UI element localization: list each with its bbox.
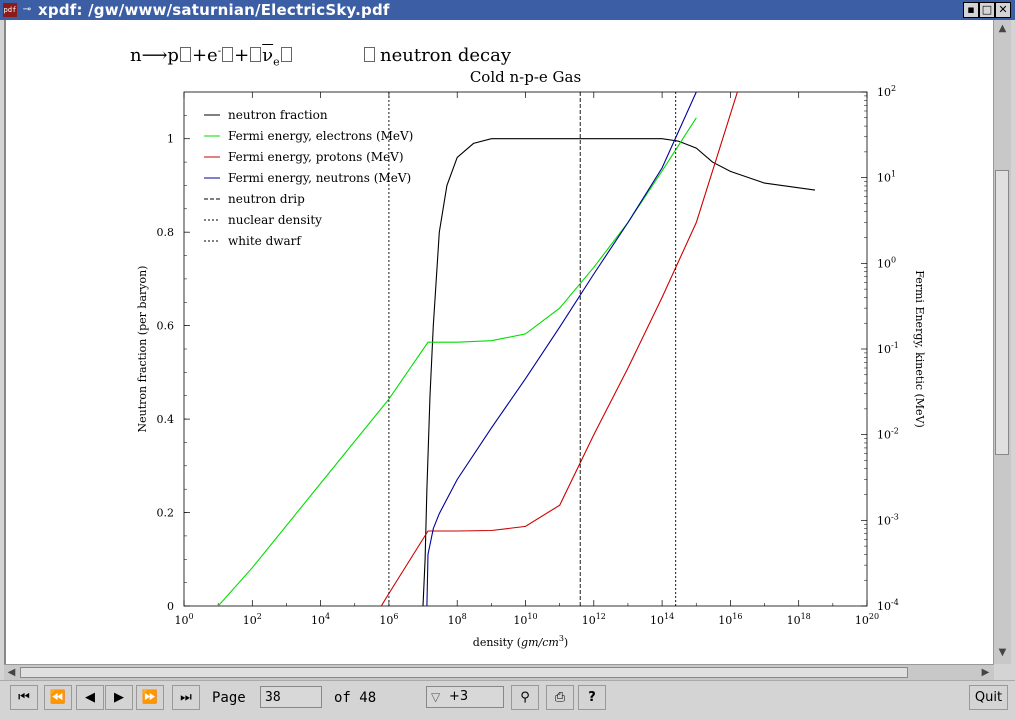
title-bar: pdf ⊸ xpdf: /gw/www/saturnian/ElectricSk… — [0, 0, 1015, 20]
plot-frame — [183, 91, 868, 607]
y-left-axis-label: Neutron fraction (per baryon) — [136, 266, 149, 433]
next-page-icon[interactable]: ▶ — [105, 685, 133, 710]
neutron-decay-equation: n⟶p +e- + νe — [130, 45, 376, 69]
x-tick-label: 1010 — [513, 612, 537, 627]
x-tick-label: 108 — [448, 612, 467, 627]
equation-label: neutron decay — [380, 45, 511, 66]
eq-arrow: ⟶ — [141, 45, 168, 66]
x-axis-label: density (gm/cm3) — [473, 634, 568, 649]
legend-entry-5: nuclear density — [228, 213, 322, 227]
x-tick-label: 102 — [243, 612, 262, 627]
eq-proton: p — [167, 45, 179, 66]
legend-entry-2: Fermi energy, protons (MeV) — [228, 150, 404, 164]
legend-entry-6: white dwarf — [228, 234, 302, 248]
eq-missing-glyph — [280, 47, 292, 62]
y-left-tick-label: 0.6 — [157, 320, 175, 333]
scroll-right-icon[interactable]: ▶ — [979, 666, 992, 679]
y-right-tick-label: 10-4 — [877, 598, 899, 613]
y-left-tick-label: 0.2 — [157, 507, 175, 520]
document-view[interactable]: Cold n-p-e Gas 100 102 104 106 108 1010 1012 101… — [4, 20, 996, 664]
x-tick-label: 104 — [311, 612, 330, 627]
quit-button[interactable]: Quit — [969, 685, 1008, 710]
x-tick-label: 106 — [379, 612, 398, 627]
forward-10-icon[interactable]: ⏩ — [136, 685, 164, 710]
x-tick-label: 1020 — [855, 612, 879, 627]
eq-antineutrino-sub: e — [273, 55, 280, 69]
eq-plus: + — [234, 45, 250, 66]
vertical-scroll-thumb[interactable] — [995, 170, 1009, 455]
y-left-tick-label: 0 — [167, 600, 174, 613]
scroll-left-icon[interactable]: ◀ — [5, 666, 18, 679]
window-title: xpdf: /gw/www/saturnian/ElectricSky.pdf — [38, 1, 390, 19]
horizontal-scroll-thumb[interactable] — [20, 667, 908, 678]
y-right-tick-label: 101 — [877, 170, 896, 185]
y-right-tick-label: 10-2 — [877, 427, 899, 442]
window-menu-icon[interactable]: ⊸ — [20, 3, 34, 17]
minimize-button[interactable]: ▪ — [963, 2, 979, 18]
x-tick-label: 1018 — [787, 612, 811, 627]
zoom-value: +3 — [449, 689, 469, 704]
y-right-tick-label: 100 — [877, 255, 896, 270]
eq-electron: e — [207, 45, 218, 66]
x-tick-label: 100 — [174, 612, 193, 627]
print-icon[interactable]: ⎙ — [546, 685, 574, 710]
back-10-icon[interactable]: ⏪ — [44, 685, 72, 710]
series-line-0 — [422, 138, 816, 606]
legend-entry-4: neutron drip — [228, 192, 305, 206]
eq-neutron: n — [130, 45, 142, 66]
forward-history-icon[interactable]: ⏭ — [172, 685, 200, 710]
eq-missing-glyph — [179, 47, 191, 62]
y-right-axis-label: Fermi Energy, kinetic (MeV) — [913, 270, 926, 428]
first-page-icon[interactable]: ⏮ — [10, 685, 38, 710]
legend-entry-1: Fermi energy, electrons (MeV) — [228, 129, 413, 143]
eq-electron-sup: - — [217, 46, 222, 57]
x-tick-label: 1012 — [582, 612, 606, 627]
y-right-tick-label: 10-1 — [877, 341, 899, 356]
x-tick-label: 1014 — [650, 612, 674, 627]
pdf-app-icon[interactable]: pdf — [3, 3, 17, 17]
find-icon[interactable]: ⚲ — [511, 685, 539, 710]
chart: Cold n-p-e Gas100 102 104 106 108 1010 1012 101… — [136, 68, 926, 649]
y-right-tick-label: 102 — [877, 84, 896, 99]
vertical-scrollbar[interactable]: ▲ ▼ — [993, 20, 1011, 664]
series-line-3 — [426, 92, 697, 606]
toolbar: ⏮ ⏪ ◀ ▶ ⏩ ⏭ Page of 48 ▽ +3 ⚲ ⎙ ? Quit — [0, 680, 1015, 720]
x-tick-label: 1016 — [718, 612, 742, 627]
prev-page-icon[interactable]: ◀ — [76, 685, 104, 710]
y-right-tick-label: 10-3 — [877, 512, 899, 527]
page-number-input[interactable] — [260, 686, 322, 708]
page-count-label: of 48 — [334, 690, 377, 706]
legend-entry-3: Fermi energy, neutrons (MeV) — [228, 171, 411, 185]
eq-missing-glyph — [363, 47, 375, 62]
dropdown-triangle-icon: ▽ — [431, 690, 441, 704]
zoom-select[interactable]: ▽ +3 — [426, 686, 504, 708]
horizontal-scrollbar[interactable]: ◀ ▶ — [4, 664, 994, 681]
y-left-tick-label: 0.8 — [157, 226, 175, 239]
close-button[interactable]: ✕ — [995, 2, 1011, 18]
legend-entry-0: neutron fraction — [228, 108, 328, 122]
eq-antineutrino: ν — [262, 45, 274, 66]
page-label: Page — [212, 690, 246, 706]
series-line-2 — [380, 92, 738, 606]
eq-missing-glyph — [250, 47, 262, 62]
chart-title: Cold n-p-e Gas — [470, 68, 581, 86]
help-icon[interactable]: ? — [578, 685, 606, 710]
eq-missing-glyph — [222, 47, 234, 62]
scroll-down-icon[interactable]: ▼ — [996, 646, 1009, 659]
y-left-tick-label: 1 — [167, 133, 174, 146]
eq-plus: + — [191, 45, 208, 66]
maximize-button[interactable]: □ — [979, 2, 995, 18]
scroll-up-icon[interactable]: ▲ — [996, 22, 1009, 35]
y-left-tick-label: 0.4 — [157, 413, 175, 426]
